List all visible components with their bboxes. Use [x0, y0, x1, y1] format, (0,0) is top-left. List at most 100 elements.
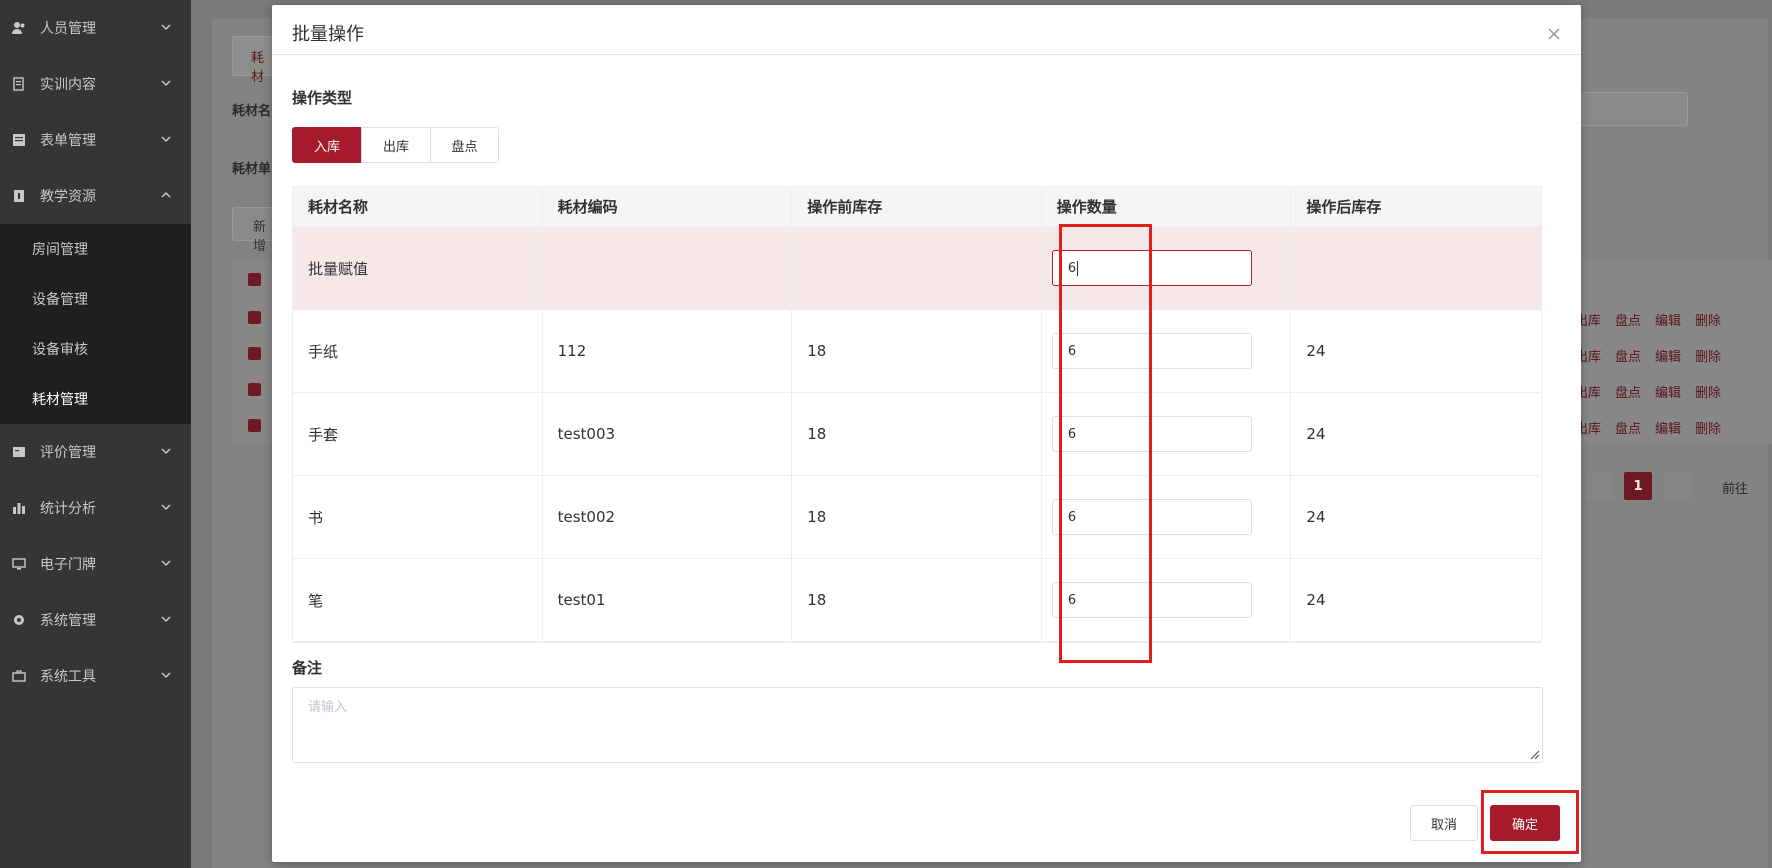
close-icon[interactable] [1547, 27, 1561, 41]
row-action: 删除 [1695, 386, 1722, 401]
confirm-button[interactable]: 确定 [1490, 805, 1560, 841]
background-checkbox [248, 419, 261, 432]
table-cell: 18 [792, 476, 1042, 558]
table-cell: test002 [543, 476, 793, 558]
table-cell: test003 [543, 393, 793, 475]
sidebar-item-label: 评价管理 [40, 445, 96, 461]
sidebar-item-evaluation[interactable]: 评价管理 [0, 424, 191, 480]
background-goto-label: 前往 [1722, 482, 1749, 497]
operation-type-inventory[interactable]: 盘点 [430, 127, 499, 163]
operation-type-inbound[interactable]: 入库 [292, 127, 362, 163]
background-row-actions: 出库 盘点 编辑 删除 [1575, 310, 1721, 329]
chevron-down-icon [161, 612, 171, 623]
resize-handle-icon[interactable] [1528, 748, 1540, 760]
resource-icon [12, 189, 26, 203]
submenu-item-devices[interactable]: 设备管理 [0, 274, 191, 324]
table-cell: 6 [1042, 310, 1292, 392]
sidebar-item-personnel[interactable]: 人员管理 [0, 0, 191, 56]
row-action: 编辑 [1655, 422, 1682, 437]
input-value: 6 [1067, 260, 1077, 276]
table-cell: 24 [1306, 342, 1326, 360]
remark-placeholder: 请输入 [308, 700, 348, 715]
row-action: 编辑 [1655, 314, 1682, 329]
table-cell: 18 [792, 559, 1042, 641]
dialog-header: 批量操作 [272, 5, 1581, 55]
quantity-input[interactable]: 6 [1051, 499, 1252, 535]
chevron-down-icon [161, 500, 171, 511]
sidebar-item-teaching-resources[interactable]: 教学资源 [0, 168, 191, 224]
background-checkbox [248, 311, 261, 324]
table-cell [543, 227, 793, 309]
batch-operation-dialog: 批量操作 操作类型 入库 出库 盘点 耗材名称 耗材编码 操作前库存 操作数量 … [272, 5, 1581, 862]
column-header: 操作前库存 [792, 187, 1042, 226]
background-row-actions: 出库 盘点 编辑 删除 [1575, 418, 1721, 437]
table-cell: 书 [293, 476, 543, 558]
background-field-label: 耗材名 [232, 104, 272, 119]
sidebar-item-label: 系统工具 [40, 669, 96, 685]
batch-operation-table: 耗材名称 耗材编码 操作前库存 操作数量 操作后库存 批量赋值 6 手纸 112… [292, 186, 1542, 643]
row-action: 盘点 [1615, 386, 1642, 401]
table-cell: 24 [1306, 508, 1326, 526]
sidebar-item-forms[interactable]: 表单管理 [0, 112, 191, 168]
background-checkbox [248, 383, 261, 396]
batch-quantity-input[interactable]: 6 [1051, 250, 1252, 286]
submenu-teaching-resources: 房间管理 设备管理 设备审核 耗材管理 [0, 224, 191, 424]
row-action: 盘点 [1615, 314, 1642, 329]
chevron-down-icon [161, 668, 171, 679]
chevron-down-icon [161, 556, 171, 567]
table-row: 手套 test003 18 6 24 [293, 393, 1541, 476]
sidebar-item-training[interactable]: 实训内容 [0, 56, 191, 112]
sidebar-item-door-sign[interactable]: 电子门牌 [0, 536, 191, 592]
batch-assign-row: 批量赋值 6 [293, 227, 1541, 310]
text-caret [1077, 260, 1079, 276]
cancel-button[interactable]: 取消 [1410, 805, 1478, 841]
table-cell: 112 [543, 310, 793, 392]
table-cell [792, 227, 1042, 309]
table-cell: 6 [1042, 476, 1292, 558]
row-action: 删除 [1695, 422, 1722, 437]
submenu-item-rooms[interactable]: 房间管理 [0, 224, 191, 274]
table-header: 耗材名称 耗材编码 操作前库存 操作数量 操作后库存 [293, 187, 1541, 227]
batch-assign-label: 批量赋值 [293, 227, 543, 309]
chevron-down-icon [161, 444, 171, 455]
submenu-item-device-review[interactable]: 设备审核 [0, 324, 191, 374]
sidebar-item-label: 人员管理 [40, 21, 96, 37]
sidebar-item-label: 教学资源 [40, 189, 96, 205]
quantity-input[interactable]: 6 [1051, 416, 1252, 452]
chevron-down-icon [161, 132, 171, 143]
row-action: 编辑 [1655, 386, 1682, 401]
table-cell: 24 [1306, 425, 1326, 443]
sidebar-item-label: 表单管理 [40, 133, 96, 149]
table-row: 书 test002 18 6 24 [293, 476, 1541, 559]
background-field-label: 耗材单 [232, 162, 272, 177]
sidebar-item-label: 电子门牌 [40, 557, 96, 573]
table-cell: 笔 [293, 559, 543, 641]
quantity-input[interactable]: 6 [1051, 333, 1252, 369]
submenu-item-consumables[interactable]: 耗材管理 [0, 374, 191, 424]
row-action: 编辑 [1655, 350, 1682, 365]
sidebar-item-statistics[interactable]: 统计分析 [0, 480, 191, 536]
chevron-down-icon [161, 76, 171, 87]
sidebar-item-label: 系统管理 [40, 613, 96, 629]
sidebar-item-tools[interactable]: 系统工具 [0, 648, 191, 704]
row-action: 盘点 [1615, 350, 1642, 365]
table-cell: 18 [792, 310, 1042, 392]
background-row-actions: 出库 盘点 编辑 删除 [1575, 382, 1721, 401]
table-cell: 6 [1042, 227, 1292, 309]
background-pagination-next [1664, 472, 1692, 500]
form-icon [12, 133, 26, 147]
background-pagination-current: 1 [1624, 472, 1652, 500]
background-checkbox [248, 273, 261, 286]
operation-type-outbound[interactable]: 出库 [361, 127, 431, 163]
background-pagination-prev [1586, 472, 1614, 500]
table-cell: 手纸 [293, 310, 543, 392]
bar-chart-icon [12, 501, 26, 515]
sidebar-item-system[interactable]: 系统管理 [0, 592, 191, 648]
quantity-input[interactable]: 6 [1051, 582, 1252, 618]
remark-textarea[interactable]: 请输入 [292, 687, 1543, 763]
table-cell: 手套 [293, 393, 543, 475]
table-cell: 6 [1042, 559, 1292, 641]
background-row-actions: 出库 盘点 编辑 删除 [1575, 346, 1721, 365]
column-header: 操作数量 [1042, 187, 1292, 226]
row-action: 删除 [1695, 314, 1722, 329]
